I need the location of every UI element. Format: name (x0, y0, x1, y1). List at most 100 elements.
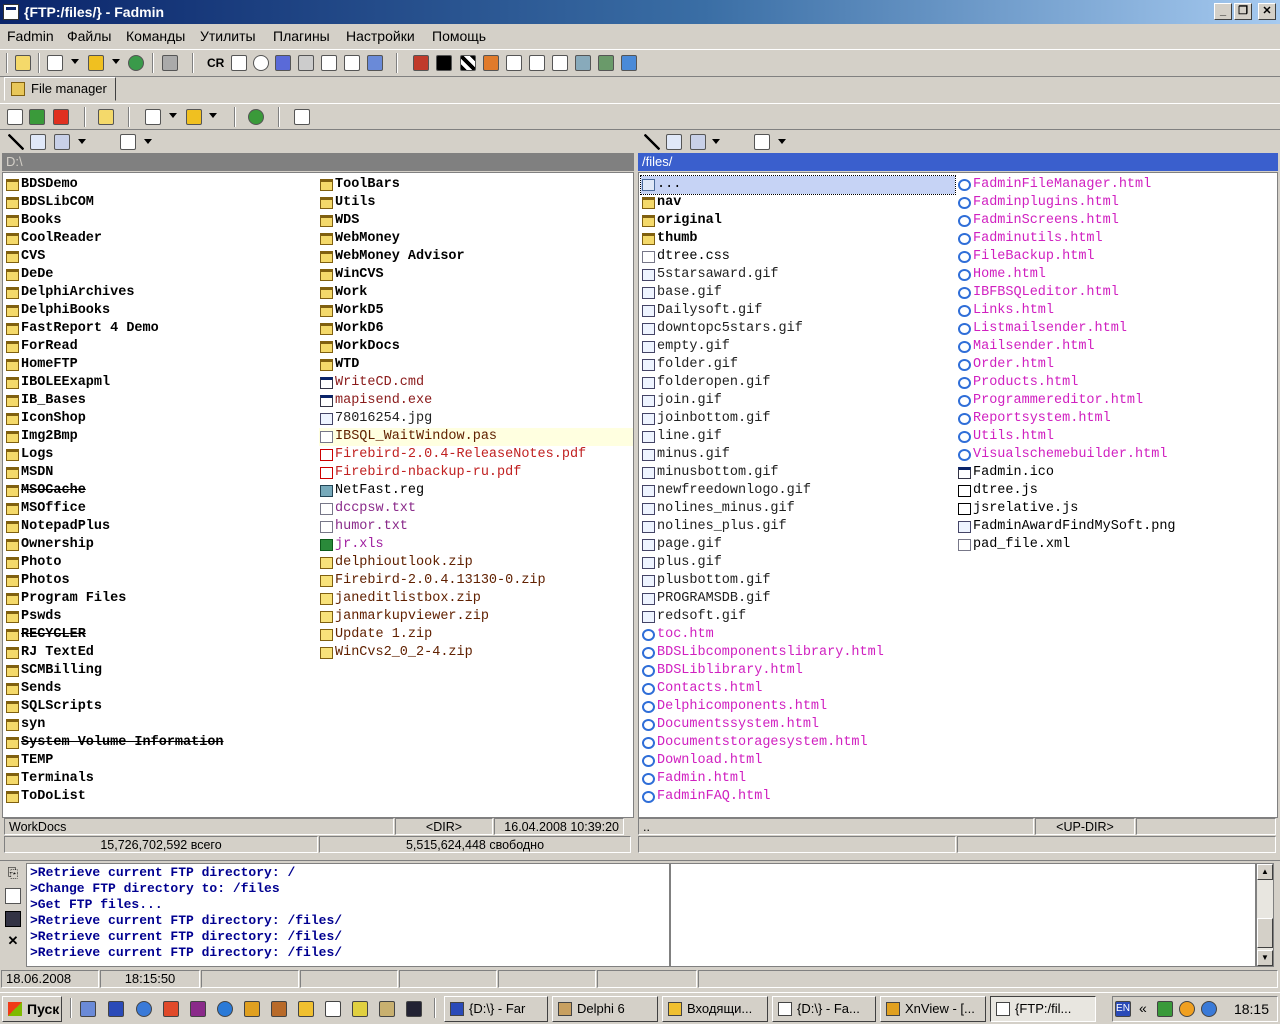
file-item[interactable]: Firebird-nbackup-ru.pdf (319, 464, 633, 482)
file-item[interactable]: FadminAwardFindMySoft.png (957, 518, 1275, 536)
scroll-down-button[interactable]: ▼ (1257, 950, 1273, 966)
folder-item[interactable]: syn (5, 716, 315, 734)
chevron-down-icon[interactable] (71, 59, 79, 64)
quicklaunch-icon[interactable] (298, 1001, 314, 1017)
file-manager-icon[interactable] (15, 55, 31, 71)
file-item[interactable]: jr.xls (319, 536, 633, 554)
file-item[interactable]: Fadminutils.html (957, 230, 1275, 248)
clear-log-icon[interactable]: ✕ (5, 933, 21, 949)
file-item[interactable]: janmarkupviewer.zip (319, 608, 633, 626)
menu-files[interactable]: Файлы (67, 28, 111, 44)
task-inbox[interactable]: Входящи... (662, 996, 768, 1022)
file-item[interactable]: Download.html (641, 752, 955, 770)
file-item[interactable]: Documentstoragesystem.html (641, 734, 955, 752)
folder-item[interactable]: nav (641, 194, 955, 212)
folder-item[interactable]: BDSDemo (5, 176, 315, 194)
drive-icon[interactable] (54, 134, 70, 150)
file-item[interactable]: Dailysoft.gif (641, 302, 955, 320)
folder-item[interactable]: WTD (319, 356, 633, 374)
chevron-down-icon[interactable] (169, 113, 177, 118)
file-item[interactable]: downtopc5stars.gif (641, 320, 955, 338)
file-item[interactable]: IBFBSQLeditor.html (957, 284, 1275, 302)
up-dir-icon[interactable] (666, 134, 682, 150)
copy-log-icon[interactable]: ⎘ (5, 865, 21, 881)
file-item[interactable]: folderopen.gif (641, 374, 955, 392)
folder-item[interactable]: System Volume Information (5, 734, 315, 752)
file-item[interactable]: nolines_minus.gif (641, 500, 955, 518)
task-xnview[interactable]: XnView - [... (880, 996, 986, 1022)
file-item[interactable]: Links.html (957, 302, 1275, 320)
folder-item[interactable]: FastReport 4 Demo (5, 320, 315, 338)
file-item[interactable]: Visualschemebuilder.html (957, 446, 1275, 464)
file-item[interactable]: minusbottom.gif (641, 464, 955, 482)
database-icon[interactable] (575, 55, 591, 71)
log-list[interactable]: >Retrieve current FTP directory: / >Chang… (26, 863, 670, 967)
file-item[interactable]: 5starsaward.gif (641, 266, 955, 284)
file-item[interactable]: folder.gif (641, 356, 955, 374)
network-icon[interactable] (367, 55, 383, 71)
folder-item[interactable]: DelphiArchives (5, 284, 315, 302)
folder-item[interactable]: SCMBilling (5, 662, 315, 680)
view-mode-icon[interactable] (754, 134, 770, 150)
file-item[interactable]: base.gif (641, 284, 955, 302)
drive-icon[interactable] (690, 134, 706, 150)
file-item[interactable]: Utils.html (957, 428, 1275, 446)
bookmark-icon[interactable] (186, 109, 202, 125)
folder-item[interactable]: WebMoney Advisor (319, 248, 633, 266)
log-scrollbar[interactable]: ▲ ▼ (1256, 863, 1274, 967)
view-mode-icon[interactable] (120, 134, 136, 150)
file-item[interactable]: Fadmin.ico (957, 464, 1275, 482)
menu-commands[interactable]: Команды (126, 28, 185, 44)
printer-icon[interactable] (298, 55, 314, 71)
folder-item[interactable]: MSOffice (5, 500, 315, 518)
file-item[interactable]: plus.gif (641, 554, 955, 572)
menu-settings[interactable]: Настройки (346, 28, 415, 44)
file-item[interactable]: WinCvs2_0_2-4.zip (319, 644, 633, 662)
title-bar[interactable]: {FTP:/files/} - Fadmin _ ❐ ✕ (0, 0, 1280, 24)
folder-item[interactable]: HomeFTP (5, 356, 315, 374)
folder-item[interactable]: BDSLibCOM (5, 194, 315, 212)
scroll-thumb[interactable] (1257, 918, 1273, 948)
right-path-bar[interactable]: /files/ (638, 153, 1278, 171)
folder-item[interactable]: RJ TextEd (5, 644, 315, 662)
folder-item[interactable]: Logs (5, 446, 315, 464)
file-item[interactable]: Home.html (957, 266, 1275, 284)
quicklaunch-icon[interactable] (163, 1001, 179, 1017)
edit-path-icon[interactable] (644, 134, 660, 150)
folder-item[interactable]: ToolBars (319, 176, 633, 194)
chevron-down-icon[interactable] (209, 113, 217, 118)
tab-file-manager[interactable]: File manager (4, 77, 116, 101)
folder-item[interactable]: DeDe (5, 266, 315, 284)
menu-utilities[interactable]: Утилиты (200, 28, 256, 44)
folder-item[interactable]: Terminals (5, 770, 315, 788)
file-item[interactable]: PROGRAMSDB.gif (641, 590, 955, 608)
quicklaunch-icon[interactable] (136, 1001, 152, 1017)
chevron-down-icon[interactable] (712, 139, 720, 144)
folder-item[interactable]: ToDoList (5, 788, 315, 806)
file-item[interactable]: toc.htm (641, 626, 955, 644)
quicklaunch-icon[interactable] (271, 1001, 287, 1017)
folder-item[interactable]: CVS (5, 248, 315, 266)
document-icon[interactable] (529, 55, 545, 71)
file-item[interactable]: FadminScreens.html (957, 212, 1275, 230)
quicklaunch-icon[interactable] (379, 1001, 395, 1017)
start-button[interactable]: Пуск (2, 996, 62, 1022)
left-path-bar[interactable]: D:\ (2, 153, 634, 171)
edit-path-icon[interactable] (8, 134, 24, 150)
quicklaunch-icon[interactable] (80, 1001, 96, 1017)
fire-icon[interactable] (483, 55, 499, 71)
clock-tray-icon[interactable] (1179, 1001, 1195, 1017)
folder-item[interactable]: IBOLEExapml (5, 374, 315, 392)
folder-item[interactable]: WorkD6 (319, 320, 633, 338)
tools-icon[interactable] (162, 55, 178, 71)
file-item[interactable]: BDSLibcomponentslibrary.html (641, 644, 955, 662)
folder-item[interactable]: Program Files (5, 590, 315, 608)
file-item[interactable]: Fadminplugins.html (957, 194, 1275, 212)
folder-item[interactable]: Photos (5, 572, 315, 590)
file-item[interactable]: dccpsw.txt (319, 500, 633, 518)
plugin-icon[interactable] (598, 55, 614, 71)
file-item[interactable]: pad_file.xml (957, 536, 1275, 554)
folder-item[interactable]: Books (5, 212, 315, 230)
file-item[interactable]: dtree.css (641, 248, 955, 266)
copy-icon[interactable] (7, 109, 23, 125)
